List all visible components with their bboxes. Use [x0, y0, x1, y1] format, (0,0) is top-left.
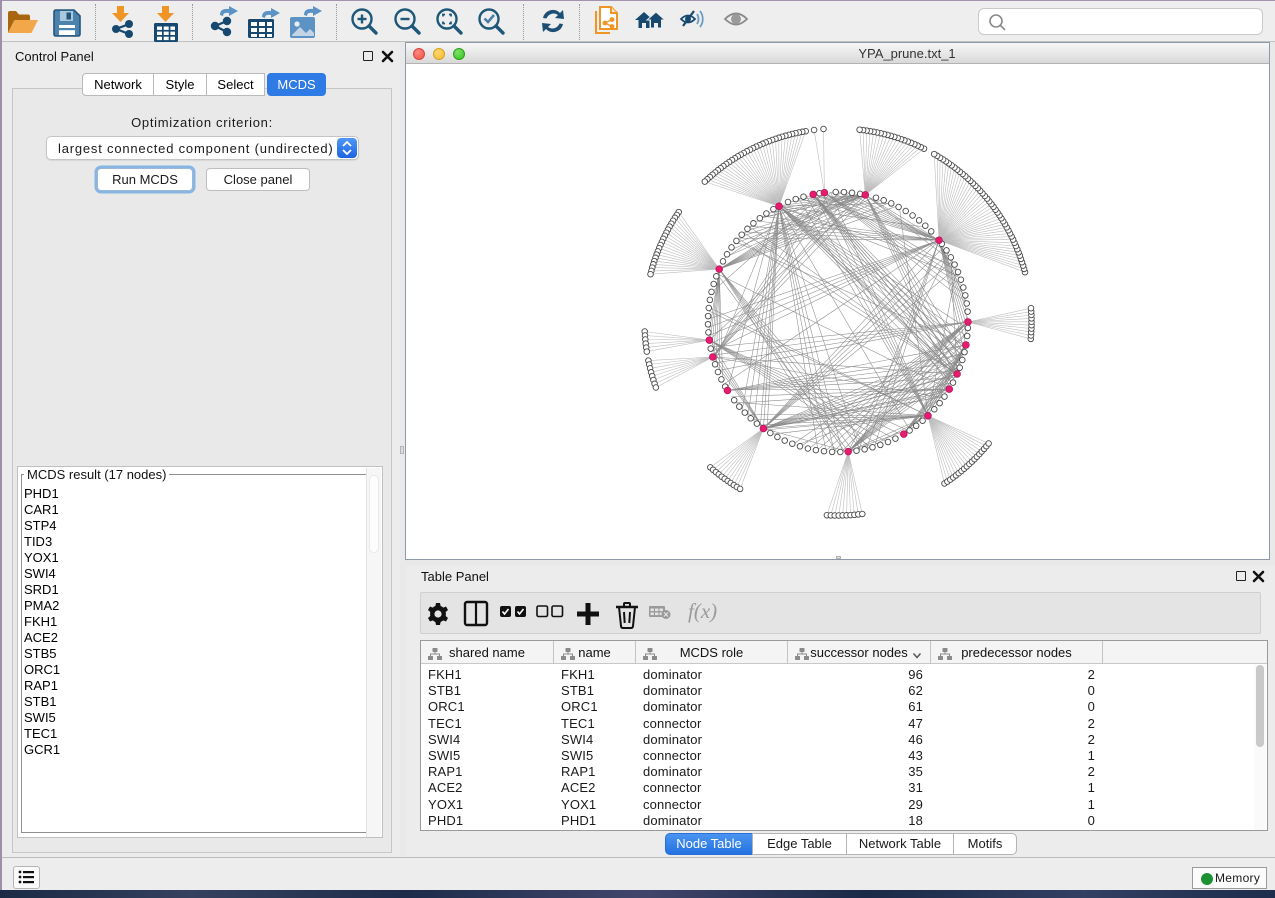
- svg-text:f(x): f(x): [688, 599, 717, 623]
